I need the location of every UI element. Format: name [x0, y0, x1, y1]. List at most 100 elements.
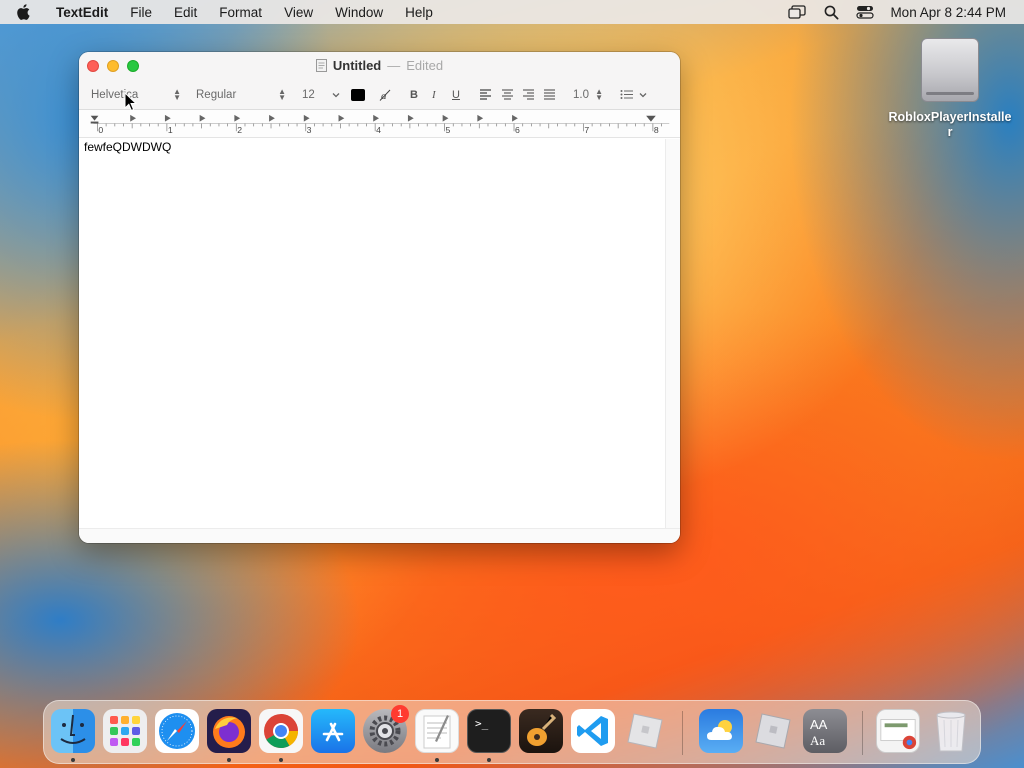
dock-garageband[interactable] — [519, 709, 563, 753]
notification-badge: 1 — [391, 705, 409, 723]
ruler-label: 5 — [446, 125, 451, 135]
guitar-icon — [527, 713, 557, 746]
desktop-item-label: RobloxPlayerInstaller — [888, 110, 1012, 139]
chevron-down-icon — [332, 92, 340, 97]
bullet-list-icon — [620, 90, 633, 99]
horizontal-scrollbar[interactable] — [79, 528, 680, 543]
weather-cloud-icon — [707, 720, 732, 740]
ruler-label: 3 — [307, 125, 312, 135]
apple-icon[interactable] — [16, 4, 38, 20]
dock-textedit[interactable] — [415, 709, 459, 753]
dock-finder[interactable] — [51, 709, 95, 753]
justify-button[interactable] — [543, 86, 556, 103]
terminal-icon: >_ — [475, 717, 489, 730]
ruler-label: 0 — [98, 125, 103, 135]
ruler[interactable]: 0 1 2 3 4 5 6 7 8 — [79, 110, 680, 138]
disk-image-icon — [921, 38, 979, 102]
menubar-clock[interactable]: Mon Apr 8 2:44 PM — [890, 5, 1006, 20]
dock-launchpad[interactable] — [103, 709, 147, 753]
menu-edit[interactable]: Edit — [163, 5, 208, 20]
vertical-scrollbar[interactable] — [665, 139, 680, 528]
vscode-icon — [577, 716, 608, 746]
tab-stop-marker — [477, 114, 484, 122]
tab-stop-marker — [338, 114, 345, 122]
desktop-item-roblox-installer[interactable]: RobloxPlayerInstaller — [888, 38, 1012, 140]
dock-chrome[interactable] — [259, 709, 303, 753]
dock-terminal[interactable]: >_ — [467, 709, 511, 753]
italic-button[interactable]: I — [432, 86, 436, 103]
dock: 1 >_ AA Aa — [43, 700, 981, 764]
text-color-swatch — [351, 88, 365, 101]
menu-window[interactable]: Window — [324, 5, 394, 20]
title-separator: — — [387, 58, 401, 73]
font-size-value: 12 — [302, 88, 315, 101]
underline-button[interactable]: U — [452, 86, 460, 103]
dock-roblox[interactable] — [623, 709, 667, 753]
highlight-color-button[interactable]: a — [378, 86, 392, 103]
ruler-label: 1 — [168, 125, 173, 135]
dock-app-store[interactable] — [311, 709, 355, 753]
chrome-icon — [264, 714, 298, 748]
running-indicator — [279, 758, 283, 762]
font-style-value: Regular — [196, 88, 237, 101]
document-icon[interactable] — [315, 59, 327, 72]
tab-stop-marker — [269, 114, 275, 122]
screen-mirroring-icon[interactable] — [786, 3, 808, 21]
bold-button[interactable]: B — [410, 86, 418, 103]
line-spacing-popup[interactable]: 1.0 ▲ ▼ — [573, 86, 603, 103]
chevron-down-icon — [639, 92, 647, 97]
highlight-a-icon: a — [379, 89, 391, 102]
mouse-pointer-icon — [124, 92, 138, 112]
tab-stop-marker — [373, 114, 380, 122]
dock-downloads-stack[interactable] — [876, 709, 920, 753]
font-size-combo[interactable]: 12 — [302, 86, 340, 103]
font-book-icon: AAAa — [810, 717, 828, 748]
tab-stop-marker — [234, 114, 241, 122]
align-left-button[interactable] — [479, 86, 492, 103]
textedit-icon — [423, 715, 451, 749]
list-style-popup[interactable] — [620, 86, 647, 103]
dock-roblox-studio[interactable] — [751, 709, 795, 753]
align-right-button[interactable] — [522, 86, 535, 103]
justify-icon — [544, 89, 555, 100]
roblox-studio-icon — [755, 713, 791, 749]
control-center-icon[interactable] — [854, 3, 876, 21]
dock-safari[interactable] — [155, 709, 199, 753]
tab-stop-marker — [407, 114, 414, 122]
dock-font-book[interactable]: AA Aa — [803, 709, 847, 753]
ruler-label: 6 — [515, 125, 520, 135]
text-color-well[interactable] — [351, 86, 365, 103]
spotlight-search-icon[interactable] — [820, 3, 842, 21]
tab-stop-marker — [303, 114, 310, 122]
first-line-indent-marker — [90, 115, 99, 121]
dock-vscode[interactable] — [571, 709, 615, 753]
align-center-icon — [502, 89, 513, 100]
align-center-button[interactable] — [501, 86, 514, 103]
ruler-label: 2 — [237, 125, 242, 135]
tab-stop-marker — [512, 114, 518, 122]
ruler-label: 8 — [654, 125, 659, 135]
menu-file[interactable]: File — [119, 5, 163, 20]
document-text[interactable]: fewfeQDWDWQ — [84, 140, 171, 154]
align-right-icon — [523, 89, 534, 100]
safari-compass-icon — [159, 713, 195, 749]
popup-arrows-icon: ▲ ▼ — [595, 86, 603, 102]
textedit-window: Untitled — Edited Helvetica ▲ ▼ Regular ▲… — [79, 52, 680, 543]
menu-app-name[interactable]: TextEdit — [52, 5, 119, 20]
document-text-area[interactable]: fewfeQDWDWQ — [79, 139, 665, 528]
format-toolbar: Helvetica ▲▼ Regular ▲▼ 12 a B I U — [79, 80, 680, 110]
window-titlebar[interactable]: Untitled — Edited — [79, 52, 680, 80]
font-style-popup[interactable]: Regular ▲ ▼ — [196, 86, 286, 103]
dock-firefox[interactable] — [207, 709, 251, 753]
dock-trash[interactable] — [929, 709, 973, 753]
running-indicator — [435, 758, 439, 762]
dock-weather[interactable] — [699, 709, 743, 753]
dock-divider — [682, 711, 683, 755]
svg-text:AA: AA — [810, 717, 828, 732]
running-indicator — [71, 758, 75, 762]
right-indent-marker — [646, 115, 656, 122]
menu-format[interactable]: Format — [208, 5, 273, 20]
menu-help[interactable]: Help — [394, 5, 444, 20]
menu-view[interactable]: View — [273, 5, 324, 20]
ruler-label: 7 — [584, 125, 589, 135]
